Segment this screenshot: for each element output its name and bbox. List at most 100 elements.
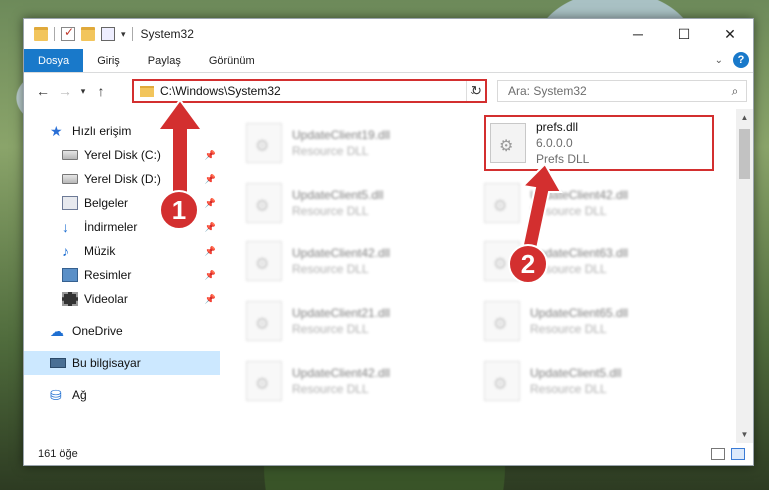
nav-item-label: Videolar (84, 292, 128, 306)
drive-icon (62, 174, 78, 184)
window-title: System32 (140, 27, 194, 41)
divider (54, 27, 55, 41)
close-button[interactable]: ✕ (707, 19, 753, 49)
refresh-button[interactable]: ↻ (466, 81, 486, 101)
vertical-scrollbar[interactable]: ▲ ▼ (736, 109, 753, 443)
dll-file-icon (246, 123, 282, 163)
nav-item-music[interactable]: ♪ Müzik 📌 (24, 239, 220, 263)
folder-icon (140, 85, 154, 97)
file-list: UpdateClient19.dll Resource DLL UpdateCli… (220, 109, 753, 443)
pictures-icon (62, 268, 78, 282)
scroll-down-arrow-icon[interactable]: ▼ (736, 426, 753, 443)
tab-share[interactable]: Paylaş (134, 49, 195, 72)
file-item[interactable]: UpdateClient65.dll Resource DLL (484, 293, 714, 349)
file-name: UpdateClient19.dll (292, 128, 391, 142)
forward-arrow-icon[interactable]: → (54, 83, 76, 99)
file-name: prefs.dll (536, 120, 579, 134)
customize-icon[interactable] (101, 27, 115, 41)
star-icon: ★ (50, 123, 63, 139)
file-item[interactable]: UpdateClient42.dll Resource DLL (246, 353, 476, 409)
dll-file-icon (246, 361, 282, 401)
folder-icon (34, 27, 48, 41)
new-folder-icon[interactable] (81, 27, 95, 41)
address-row: ← → ▾ ↑ C:\Windows\System32 ⌄ ↻ Ara: Sys… (24, 73, 753, 109)
dll-file-icon (246, 241, 282, 281)
up-arrow-icon[interactable]: ↑ (90, 83, 112, 99)
nav-item-label: Ağ (72, 388, 87, 402)
nav-item-label: İndirmeler (84, 220, 138, 234)
chevron-down-icon[interactable]: ⌄ (715, 55, 723, 66)
dll-file-icon (246, 183, 282, 223)
nav-item-label: Resimler (84, 268, 132, 282)
item-count: 161 öğe (38, 448, 78, 460)
file-item[interactable]: UpdateClient19.dll Resource DLL (246, 115, 476, 171)
file-item[interactable]: UpdateClient21.dll Resource DLL (246, 293, 476, 349)
explorer-window: ▾ System32 ─ ☐ ✕ Dosya Giriş Paylaş Görü… (23, 18, 754, 466)
file-name: UpdateClient21.dll (292, 306, 391, 320)
download-icon: ↓ (62, 219, 69, 235)
scroll-up-arrow-icon[interactable]: ▲ (736, 109, 753, 126)
chevron-down-icon[interactable]: ▾ (121, 29, 126, 40)
file-description: Resource DLL (292, 204, 369, 218)
tab-view[interactable]: Görünüm (195, 49, 269, 72)
tab-file[interactable]: Dosya (24, 49, 84, 72)
help-button[interactable]: ? (733, 52, 749, 68)
quick-access-toolbar: ▾ (24, 25, 133, 41)
search-box[interactable]: Ara: System32 ⌕ (497, 80, 747, 102)
callout-badge-2: 2 (508, 244, 548, 284)
pin-icon[interactable]: 📌 (205, 222, 216, 233)
file-name: UpdateClient5.dll (530, 366, 622, 380)
nav-item-videos[interactable]: Videolar 📌 (24, 287, 220, 311)
tiles-view-icon[interactable] (731, 448, 745, 460)
file-item[interactable]: UpdateClient5.dll Resource DLL (484, 353, 714, 409)
file-name: UpdateClient42.dll (292, 366, 391, 380)
file-item[interactable]: UpdateClient42.dll Resource DLL (246, 233, 476, 289)
documents-icon (62, 196, 78, 210)
dll-file-icon (484, 361, 520, 401)
computer-icon (50, 358, 66, 368)
title-bar: ▾ System32 ─ ☐ ✕ (24, 19, 753, 49)
network-icon: ⛁ (50, 387, 62, 403)
callout-badge-1: 1 (159, 190, 199, 230)
tab-home[interactable]: Giriş (83, 49, 134, 72)
music-icon: ♪ (62, 243, 69, 259)
nav-item-this-pc[interactable]: Bu bilgisayar (24, 351, 220, 375)
back-arrow-icon[interactable]: ← (32, 83, 54, 99)
nav-item-label: Belgeler (84, 196, 129, 210)
view-switcher (711, 448, 745, 460)
cloud-icon: ☁ (50, 323, 64, 339)
pin-icon[interactable]: 📌 (205, 246, 216, 257)
file-name: UpdateClient5.dll (292, 188, 384, 202)
nav-item-network[interactable]: ⛁ Ağ (24, 383, 220, 407)
ribbon-tabs: Dosya Giriş Paylaş Görünüm ⌄ ? (24, 49, 753, 73)
nav-item-label: OneDrive (72, 324, 123, 338)
nav-item-label: Bu bilgisayar (72, 356, 141, 370)
dll-file-icon (484, 301, 520, 341)
details-view-icon[interactable] (711, 448, 725, 460)
window-controls: ─ ☐ ✕ (615, 19, 753, 49)
maximize-button[interactable]: ☐ (661, 19, 707, 49)
file-item[interactable]: UpdateClient5.dll Resource DLL (246, 175, 476, 231)
file-name: UpdateClient65.dll (530, 306, 629, 320)
nav-item-label: Hızlı erişim (72, 124, 132, 138)
nav-item-onedrive[interactable]: ☁ OneDrive (24, 319, 220, 343)
file-version: 6.0.0.0 (536, 136, 573, 150)
status-bar: 161 öğe (24, 443, 753, 465)
main-area: ★ Hızlı erişim Yerel Disk (C:) 📌 Yerel D… (24, 109, 753, 443)
scrollbar-thumb[interactable] (739, 129, 750, 179)
properties-check-icon[interactable] (61, 25, 75, 41)
search-icon[interactable]: ⌕ (724, 84, 746, 99)
file-description: Resource DLL (292, 322, 369, 336)
file-description: Resource DLL (530, 382, 607, 396)
pin-icon[interactable]: 📌 (205, 294, 216, 305)
pin-icon[interactable]: 📌 (205, 270, 216, 281)
minimize-button[interactable]: ─ (615, 19, 661, 49)
videos-icon (62, 292, 78, 306)
file-description: Resource DLL (292, 382, 369, 396)
nav-item-pictures[interactable]: Resimler 📌 (24, 263, 220, 287)
search-input[interactable]: Ara: System32 (508, 84, 724, 98)
recent-locations-chevron-icon[interactable]: ▾ (76, 86, 90, 97)
dll-file-icon (490, 123, 526, 163)
drive-icon (62, 150, 78, 160)
divider (131, 27, 133, 41)
